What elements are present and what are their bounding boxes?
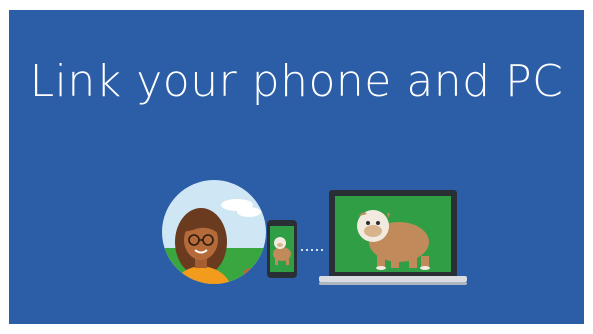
link-illustration: [159, 170, 469, 300]
window-frame: Link your phone and PC: [0, 0, 593, 334]
illustration-svg: [162, 180, 467, 285]
person-avatar-icon: [162, 180, 266, 284]
smartphone-icon: [267, 220, 297, 278]
page-title: Link your phone and PC: [29, 56, 564, 107]
laptop-icon: [319, 190, 467, 285]
setup-screen: Link your phone and PC: [9, 10, 584, 324]
